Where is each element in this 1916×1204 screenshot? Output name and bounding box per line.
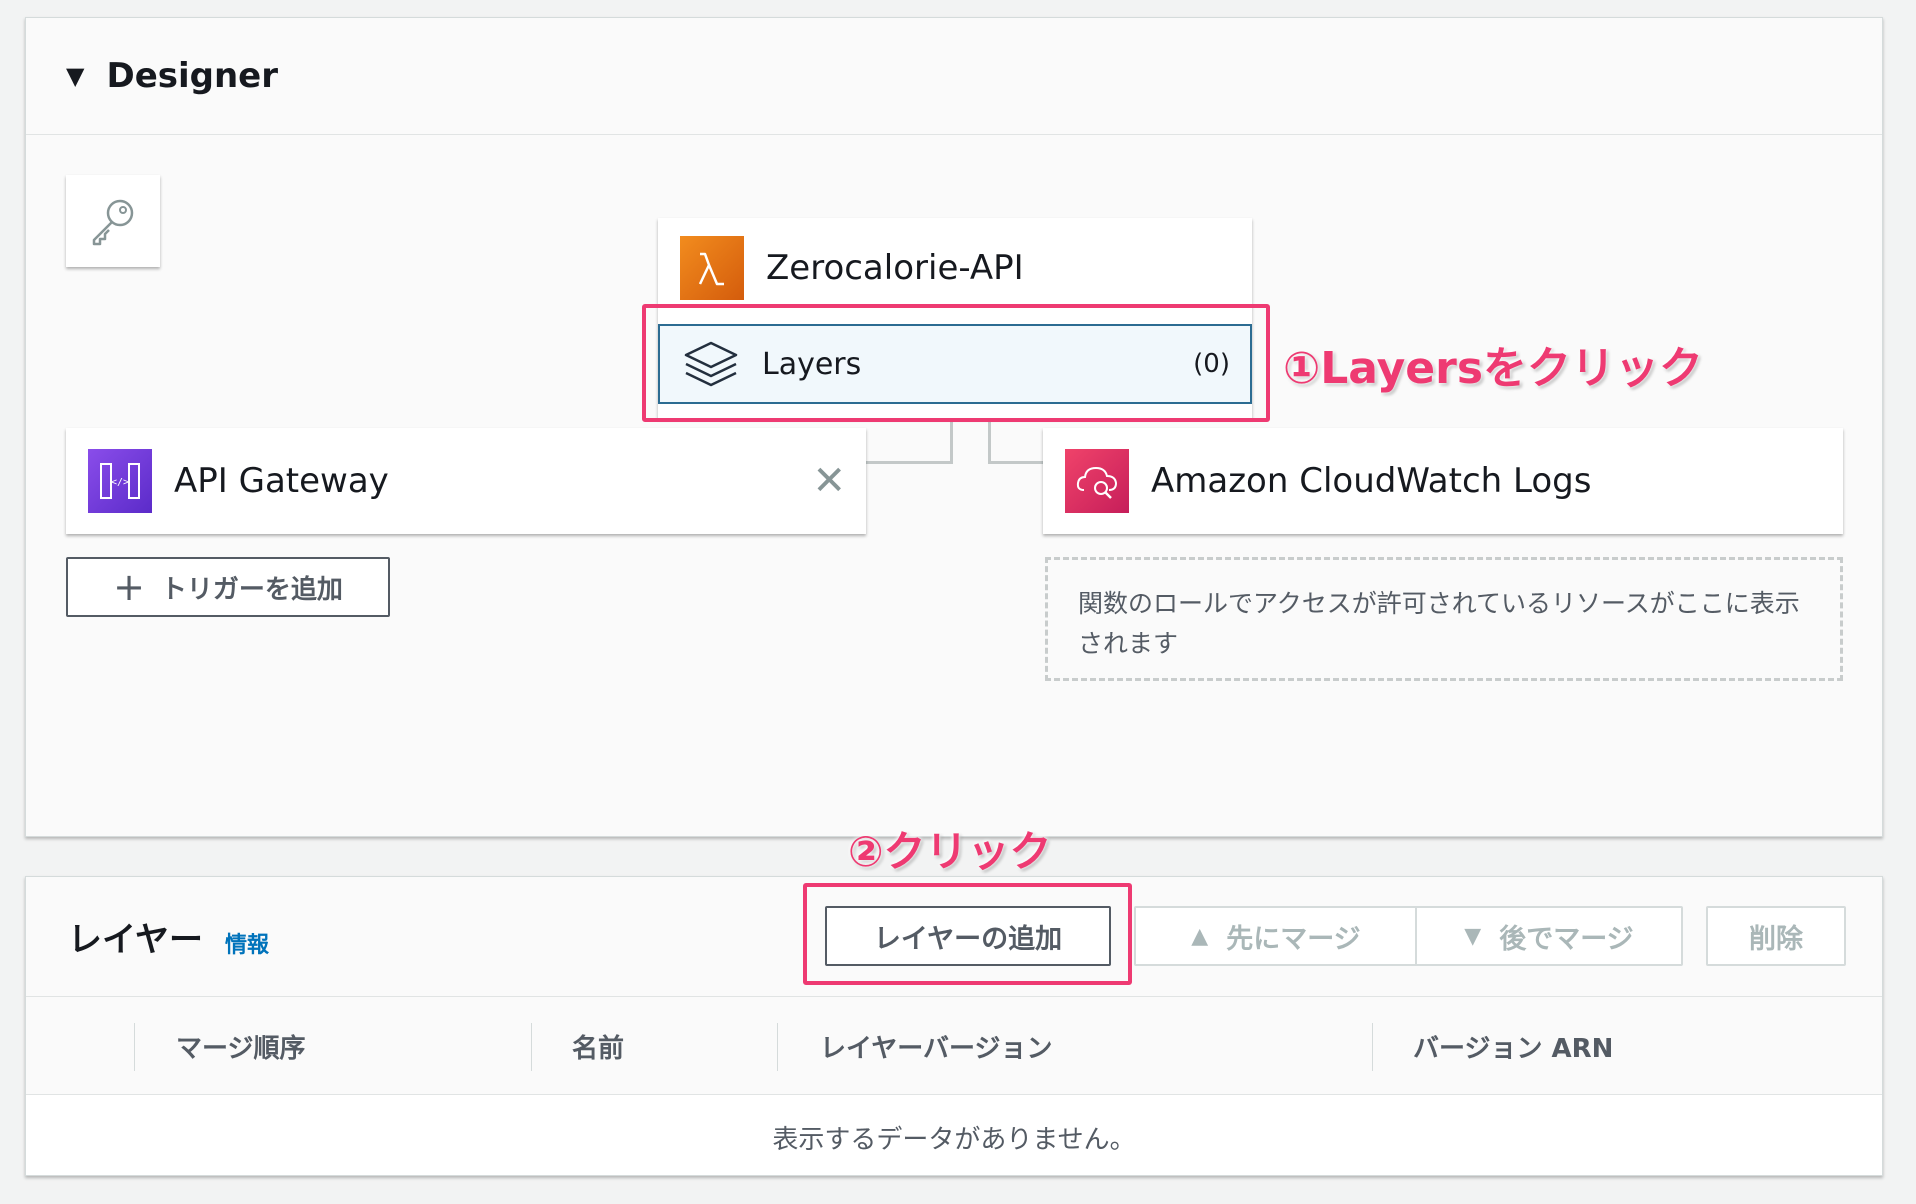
column-merge-order[interactable]: マージ順序: [176, 997, 305, 1095]
column-divider: [777, 1023, 778, 1071]
layers-icon: [684, 341, 738, 387]
info-link[interactable]: 情報: [225, 927, 269, 959]
layers-panel-header: レイヤー 情報 レイヤーの追加 ▲ 先にマージ ▼ 後でマージ 削除: [26, 877, 1882, 997]
layers-panel: レイヤー 情報 レイヤーの追加 ▲ 先にマージ ▼ 後でマージ 削除 マージ順序…: [25, 876, 1883, 1176]
designer-panel: ▼ Designer Zerocalorie-API Layers (0) ①L…: [25, 17, 1883, 837]
api-gateway-icon: </>: [88, 449, 152, 513]
column-divider: [531, 1023, 532, 1071]
triangle-up-icon: ▲: [1191, 923, 1209, 949]
key-icon: [92, 199, 134, 246]
triangle-down-icon: ▼: [1464, 923, 1482, 949]
column-name[interactable]: 名前: [572, 997, 624, 1095]
trigger-name: API Gateway: [174, 461, 389, 501]
layers-button[interactable]: Layers (0): [658, 324, 1252, 404]
permissions-card[interactable]: [66, 175, 160, 267]
plus-icon: +: [113, 565, 145, 609]
designer-header[interactable]: ▼ Designer: [26, 18, 1882, 135]
merge-first-button[interactable]: ▲ 先にマージ: [1134, 906, 1418, 966]
svg-text:</>: </>: [111, 477, 129, 488]
table-header: マージ順序 名前 レイヤーバージョン バージョン ARN: [26, 997, 1882, 1095]
cloudwatch-icon: [1065, 449, 1129, 513]
destination-card[interactable]: Amazon CloudWatch Logs: [1043, 428, 1843, 534]
function-name: Zerocalorie-API: [766, 248, 1024, 288]
column-divider: [134, 1023, 135, 1071]
column-version-arn[interactable]: バージョン ARN: [1413, 997, 1613, 1095]
layers-label: Layers: [762, 346, 862, 382]
column-layer-version[interactable]: レイヤーバージョン: [820, 997, 1052, 1095]
add-layer-label: レイヤーの追加: [873, 923, 1063, 955]
merge-first-label: 先にマージ: [1226, 923, 1361, 955]
column-divider: [1372, 1023, 1373, 1071]
merge-later-button[interactable]: ▼ 後でマージ: [1415, 906, 1683, 966]
trigger-card[interactable]: </> API Gateway ✕: [66, 428, 866, 534]
add-trigger-label: トリガーを追加: [160, 574, 343, 605]
annotation-step1: ①Layersをクリック: [1283, 343, 1704, 394]
annotation-step2: ②クリック: [848, 827, 1052, 876]
designer-title: Designer: [106, 56, 279, 96]
destination-name: Amazon CloudWatch Logs: [1151, 461, 1592, 501]
add-trigger-button[interactable]: + トリガーを追加: [66, 557, 390, 617]
resources-placeholder: 関数のロールでアクセスが許可されているリソースがここに表示されます: [1045, 557, 1843, 681]
close-icon[interactable]: ✕: [812, 461, 846, 501]
layers-section-title: レイヤー: [68, 920, 203, 960]
lambda-icon: [680, 236, 744, 300]
delete-label: 削除: [1749, 923, 1803, 955]
empty-table-message: 表示するデータがありません。: [772, 1125, 1136, 1155]
layers-count: (0): [1193, 349, 1230, 379]
merge-later-label: 後でマージ: [1499, 923, 1634, 955]
caret-down-icon[interactable]: ▼: [66, 62, 84, 90]
add-layer-button[interactable]: レイヤーの追加: [825, 906, 1111, 966]
delete-button[interactable]: 削除: [1706, 906, 1846, 966]
